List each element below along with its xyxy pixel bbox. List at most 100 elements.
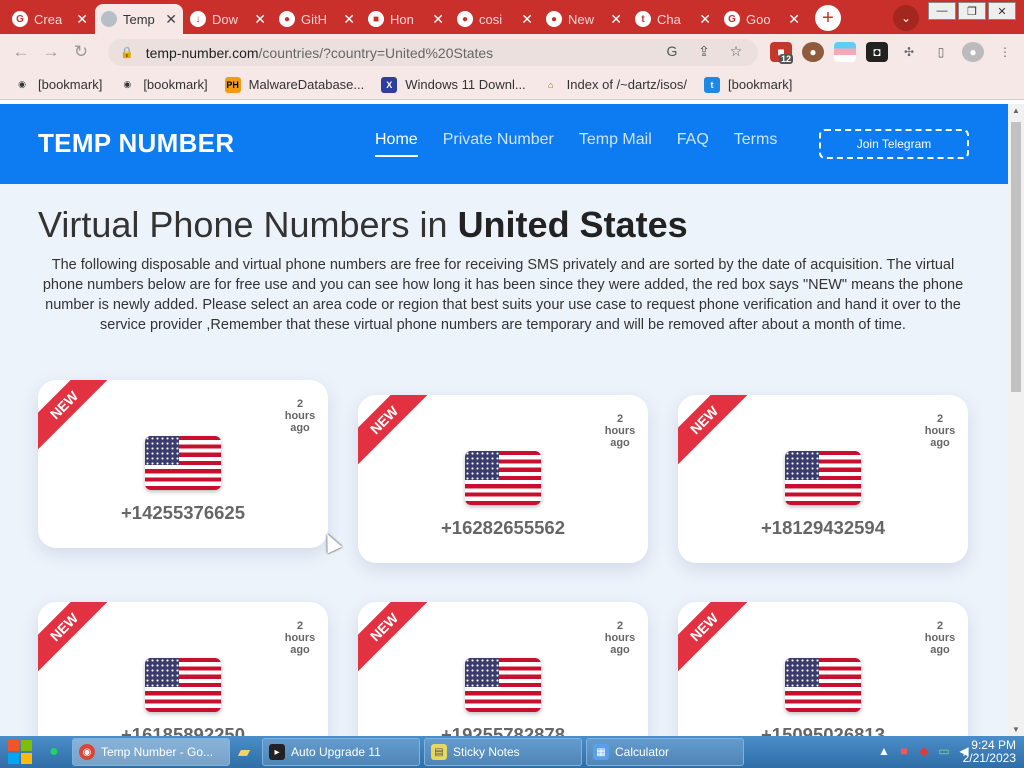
profile-icon[interactable]: ● (962, 42, 984, 62)
minimize-button[interactable]: — (928, 2, 956, 20)
close-tab-icon[interactable]: ✕ (76, 11, 88, 28)
site-header: TEMP NUMBER Home Private Number Temp Mai… (0, 104, 1008, 184)
terminal-icon: ▸ (269, 744, 285, 760)
browser-tab[interactable]: ● GitH ✕ (273, 4, 361, 34)
nav-private-number[interactable]: Private Number (443, 131, 554, 157)
close-tab-icon[interactable]: ✕ (254, 11, 266, 28)
reload-icon[interactable]: ↻ (66, 42, 96, 62)
close-tab-icon[interactable]: ✕ (165, 11, 177, 28)
taskbar-item-calculator[interactable]: ▦ Calculator (586, 738, 744, 766)
nav-temp-mail[interactable]: Temp Mail (579, 131, 652, 157)
browser-tab[interactable]: G Goo ✕ (718, 4, 806, 34)
scroll-down-icon[interactable]: ▼ (1008, 725, 1024, 734)
site-favicon-icon: t (635, 11, 651, 27)
site-logo[interactable]: TEMP NUMBER (38, 128, 234, 159)
bookmark-item[interactable]: X Windows 11 Downl... (381, 76, 526, 93)
bookmark-star-icon[interactable]: ☆ (726, 43, 746, 60)
scrollbar-thumb[interactable] (1011, 122, 1021, 392)
taskbar-clock[interactable]: 9:24 PM 2/21/2023 (963, 739, 1016, 765)
phone-number[interactable]: +15095026813 (678, 724, 968, 736)
share-icon[interactable]: ⇪ (694, 43, 714, 60)
age-label: 2 hours ago (924, 620, 956, 656)
file-explorer-icon[interactable]: ▰ (230, 736, 258, 768)
close-tab-icon[interactable]: ✕ (610, 11, 622, 28)
us-flag-icon (465, 658, 541, 712)
phone-number[interactable]: +18129432594 (678, 517, 968, 539)
taskbar-item-sticky-notes[interactable]: ▤ Sticky Notes (424, 738, 582, 766)
github-icon: ● (279, 11, 295, 27)
phone-number[interactable]: +19255782878 (358, 724, 648, 736)
new-tab-button[interactable]: + (815, 5, 841, 31)
phone-number[interactable]: +16282655562 (358, 517, 648, 539)
extension-icon[interactable]: ◘ (866, 42, 888, 62)
browser-tab[interactable]: t Cha ✕ (629, 4, 717, 34)
extension-icon[interactable]: ■ 12 (770, 42, 794, 64)
join-telegram-button[interactable]: Join Telegram (819, 129, 969, 159)
maximize-button[interactable]: ❐ (958, 2, 986, 20)
extension-icon[interactable]: ● (802, 42, 824, 62)
lock-icon[interactable]: 🔒 (120, 46, 134, 59)
number-card[interactable]: NEW 2 hours ago +18129432594 (678, 395, 968, 563)
start-button[interactable] (0, 736, 40, 768)
bookmark-item[interactable]: ◉ [bookmark] (14, 77, 102, 93)
bookmark-item[interactable]: t [bookmark] (704, 76, 793, 93)
browser-tab[interactable]: ↓ Dow ✕ (184, 4, 272, 34)
folder-icon: ⌂ (547, 79, 554, 90)
number-card[interactable]: NEW 2 hours ago +19255782878 (358, 602, 648, 736)
tray-expand-icon[interactable]: ▲ (874, 744, 894, 758)
title-prefix: Virtual Phone Numbers in (38, 204, 458, 245)
url-bar[interactable]: 🔒 temp-number.com/countries/?country=Uni… (108, 39, 758, 66)
close-tab-icon[interactable]: ✕ (699, 11, 711, 28)
number-card[interactable]: NEW 2 hours ago +14255376625 (38, 380, 328, 548)
puzzle-icon[interactable]: ✣ (898, 42, 920, 62)
extension-icon[interactable] (834, 42, 856, 62)
number-card[interactable]: NEW 2 hours ago +16185892250 (38, 602, 328, 736)
network-icon[interactable]: ▭ (934, 744, 954, 758)
close-tab-icon[interactable]: ✕ (343, 11, 355, 28)
nav-faq[interactable]: FAQ (677, 131, 709, 157)
tab-title: Temp (123, 11, 155, 27)
bookmark-item[interactable]: ◉ [bookmark] (119, 77, 207, 93)
tab-title: New (568, 11, 595, 27)
number-card[interactable]: NEW 2 hours ago +15095026813 (678, 602, 968, 736)
bookmarks-bar: ◉ [bookmark] ◉ [bookmark] PH MalwareDatabas… (0, 70, 1024, 100)
browser-tab[interactable]: ■ Hon ✕ (362, 4, 450, 34)
title-country: United States (457, 204, 688, 245)
browser-tab-active[interactable]: Temp ✕ (95, 4, 183, 34)
browser-tab[interactable]: ● New ✕ (540, 4, 628, 34)
google-icon: G (724, 11, 740, 27)
phone-number[interactable]: +14255376625 (38, 502, 328, 524)
github-icon: ● (457, 11, 473, 27)
bookmark-item[interactable]: ⌂ Index of /~dartz/isos/ (543, 77, 687, 93)
tray-app-icon[interactable]: ◆ (914, 744, 934, 758)
bookmark-label: [bookmark] (728, 77, 793, 92)
menu-icon[interactable]: ⋮ (994, 42, 1016, 62)
tab-title: Hon (390, 11, 414, 27)
number-card[interactable]: NEW 2 hours ago +16282655562 (358, 395, 648, 563)
page-scrollbar[interactable]: ▲ ▼ (1008, 104, 1024, 736)
back-icon[interactable]: ← (6, 42, 36, 62)
forward-icon[interactable]: → (36, 42, 66, 62)
url-host: temp-number.com (145, 44, 259, 61)
nav-terms[interactable]: Terms (734, 131, 778, 157)
bookmark-label: Windows 11 Downl... (405, 77, 526, 92)
bookmark-item[interactable]: PH MalwareDatabase... (224, 76, 364, 93)
nav-home[interactable]: Home (375, 131, 418, 157)
taskbar-item-terminal[interactable]: ▸ Auto Upgrade 11 (262, 738, 420, 766)
close-tab-icon[interactable]: ✕ (521, 11, 533, 28)
scroll-up-icon[interactable]: ▲ (1008, 106, 1024, 115)
tray-app-icon[interactable]: ■ (894, 744, 914, 758)
tab-title: Crea (34, 11, 63, 27)
close-window-button[interactable]: ✕ (988, 2, 1016, 20)
browser-tab[interactable]: ● cosi ✕ (451, 4, 539, 34)
close-tab-icon[interactable]: ✕ (432, 11, 444, 28)
side-panel-icon[interactable]: ▯ (930, 42, 952, 62)
google-lens-icon[interactable]: G (662, 43, 682, 60)
close-tab-icon[interactable]: ✕ (788, 11, 800, 28)
taskbar-item-label: Auto Upgrade 11 (291, 745, 381, 759)
tab-search-button[interactable]: ⌄ (893, 5, 919, 31)
taskbar-item-chrome[interactable]: ◉ Temp Number - Go... (72, 738, 230, 766)
spotify-icon[interactable]: ● (40, 736, 68, 768)
phone-number[interactable]: +16185892250 (38, 724, 328, 736)
browser-tab[interactable]: G Crea ✕ (6, 4, 94, 34)
